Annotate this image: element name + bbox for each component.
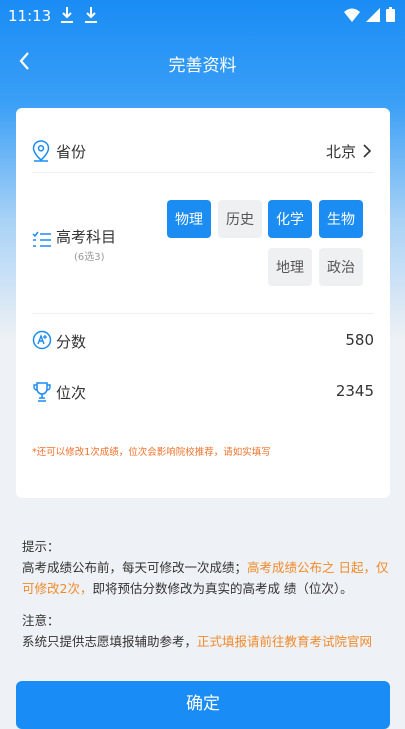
edit-warning: *还可以修改1次成绩，位次会影响院校推荐，请如实填写 [32, 447, 271, 458]
page-title: 完善资料 [168, 56, 237, 76]
score-value[interactable]: 580 [345, 331, 374, 349]
confirm-button[interactable]: 确定 [16, 681, 390, 729]
subject-list-icon [32, 231, 51, 247]
tips-section: 提示： 高考成绩公布前，每天可修改一次成绩；高考成绩公布之 日起，仅可修改2次，… [22, 536, 392, 652]
subject-chip-biology[interactable]: 生物 [319, 200, 363, 238]
battery-icon [386, 7, 395, 22]
note-highlight: 正式填报请前往教育考试院官网 [197, 634, 373, 649]
subject-chip-politics[interactable]: 政治 [319, 248, 363, 286]
subject-chip-chemistry[interactable]: 化学 [268, 200, 312, 238]
download-icon [85, 7, 97, 23]
chevron-right-icon [363, 144, 372, 158]
download-icon [61, 7, 73, 23]
tips-heading: 提示： [22, 539, 60, 554]
divider [32, 172, 374, 173]
note-heading: 注意： [22, 613, 60, 628]
score-row[interactable]: 分数 580 [32, 329, 374, 353]
subject-chip-geography[interactable]: 地理 [268, 248, 312, 286]
wifi-icon [344, 8, 360, 22]
province-label: 省份 [56, 143, 87, 161]
tips-body: 高考成绩公布前，每天可修改一次成绩；高考成绩公布之 日起，仅可修改2次，即将预估… [22, 557, 392, 599]
profile-card: 省份 北京 高考科目 (6选3) 物理 历史 化学 生物 地理 政治 分数 58… [16, 108, 390, 498]
province-value[interactable]: 北京 [326, 141, 356, 162]
nav-bar: 完善资料 [0, 40, 405, 84]
trophy-icon [33, 382, 51, 402]
score-label: 分数 [56, 333, 87, 351]
status-time: 11:13 [8, 7, 52, 25]
note-body: 系统只提供志愿填报辅助参考，正式填报请前往教育考试院官网 [22, 631, 392, 652]
system-icons [344, 7, 395, 22]
location-pin-icon [32, 140, 50, 162]
rank-value[interactable]: 2345 [336, 382, 374, 400]
rank-label: 位次 [56, 384, 87, 402]
province-row[interactable]: 省份 北京 [32, 138, 374, 164]
subject-chip-physics[interactable]: 物理 [167, 200, 211, 238]
note-text: 系统只提供志愿填报辅助参考， [22, 634, 198, 649]
tips-text: 高考成绩公布前，每天可修改一次成绩； [22, 560, 248, 575]
subjects-hint: (6选3) [74, 252, 105, 263]
rank-row[interactable]: 位次 2345 [32, 380, 374, 404]
subject-chip-history[interactable]: 历史 [218, 200, 262, 238]
score-icon [32, 330, 52, 350]
tips-text: 即将预估分数修改为真实的高考成 绩（位次）。 [92, 581, 353, 596]
divider [32, 313, 374, 314]
status-bar: 11:13 [0, 0, 405, 32]
signal-icon [366, 7, 380, 22]
subjects-label: 高考科目 [56, 228, 117, 246]
